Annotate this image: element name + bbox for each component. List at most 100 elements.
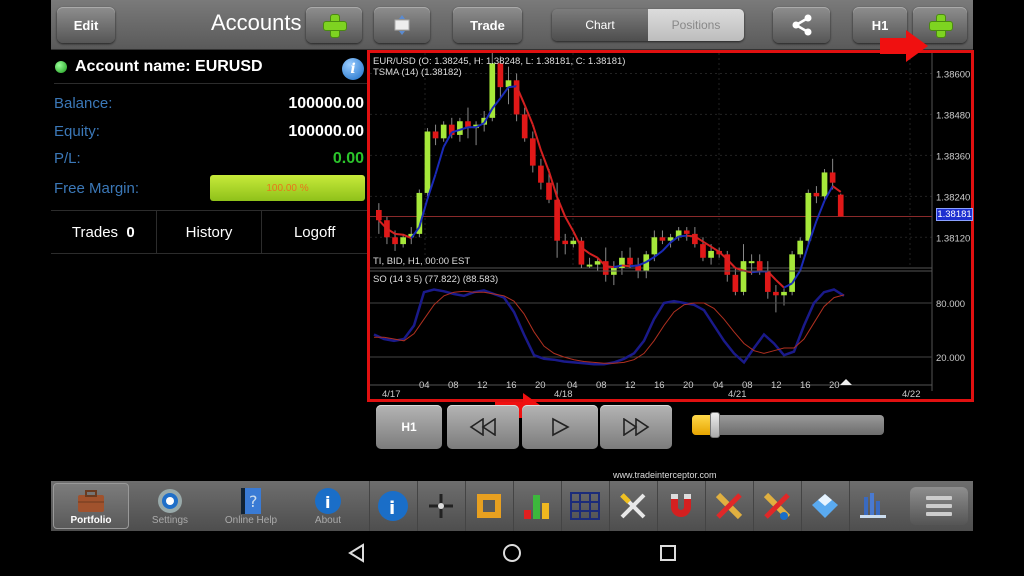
menu-button[interactable] — [910, 487, 968, 525]
tsma-segment — [499, 86, 510, 99]
current-price-tag: 1.38181 — [936, 208, 973, 221]
info-icon[interactable]: i — [342, 58, 364, 80]
play-button[interactable] — [522, 405, 598, 449]
edit-button[interactable]: Edit — [57, 7, 115, 43]
info-icon: i — [377, 491, 408, 521]
chart-info-text: TI, BID, H1, 00:00 EST — [373, 256, 471, 267]
price-tick-label: 1.38240 — [936, 192, 970, 203]
candle-body — [659, 237, 666, 241]
candle-body — [627, 257, 633, 265]
timeframe-control-button[interactable]: H1 — [376, 405, 442, 449]
share-icon — [792, 14, 811, 36]
rewind-button[interactable] — [447, 405, 519, 449]
candle-body — [683, 230, 690, 234]
tool-bar-chart-button[interactable] — [513, 481, 559, 531]
dock-item-about[interactable]: i About — [293, 481, 363, 531]
logoff-button[interactable]: Logoff — [262, 211, 367, 253]
hour-tick-label: 16 — [800, 380, 811, 391]
dock-item-online-help[interactable]: ? Online Help — [213, 481, 289, 531]
top-toolbar: Edit Accounts Trade Chart Positions H1 — [51, 0, 973, 50]
tool-grid-button[interactable] — [561, 481, 607, 531]
annotation-arrow-icon — [880, 30, 928, 62]
candle-body — [521, 114, 528, 139]
free-margin-label: Free Margin: — [54, 180, 140, 197]
pl-label: P/L: — [54, 150, 81, 167]
playback-slider[interactable] — [692, 412, 884, 438]
tsma-segment — [678, 234, 687, 238]
share-button[interactable] — [773, 7, 830, 43]
oscillator-text: SO (14 3 5) (77.822) (88.583) — [373, 274, 499, 285]
tool-draw-button[interactable] — [705, 481, 751, 531]
recents-icon — [660, 545, 676, 561]
tab-chart[interactable]: Chart — [552, 9, 648, 41]
back-button[interactable] — [345, 541, 369, 565]
candle-body — [546, 182, 552, 200]
candle-body — [821, 172, 828, 197]
menu-icon — [926, 496, 952, 500]
candle-body — [586, 264, 593, 267]
recents-button[interactable] — [656, 541, 680, 565]
candle-body — [562, 240, 569, 245]
candle-body — [756, 261, 763, 272]
plus-icon — [323, 14, 347, 38]
history-button[interactable]: History — [157, 211, 263, 253]
balance-row: Balance: 100000.00 — [54, 95, 364, 113]
dock-item-portfolio[interactable]: Portfolio — [53, 483, 129, 529]
candle-body — [594, 261, 601, 265]
chart-ohlc-text: EUR/USD (O: 1.38245, H: 1.38248, L: 1.38… — [373, 56, 626, 67]
trades-button[interactable]: Trades 0 — [51, 211, 157, 253]
candle-body — [732, 274, 739, 292]
trade-button[interactable]: Trade — [453, 7, 522, 43]
view-segment: Chart Positions — [552, 9, 744, 41]
trades-label: Trades — [71, 223, 119, 241]
dock-label: About — [314, 514, 342, 526]
fast-forward-button[interactable] — [600, 405, 672, 449]
price-tick-label: 1.38600 — [936, 69, 970, 80]
tool-draw-info-button[interactable] — [753, 481, 799, 531]
candle-body — [440, 124, 447, 139]
layout-button[interactable] — [374, 7, 430, 43]
date-tick-label: 4/22 — [902, 389, 921, 399]
candle-body — [529, 138, 536, 166]
hour-tick-label: 04 — [419, 380, 430, 391]
candle-body — [424, 131, 431, 193]
tool-crosshair-button[interactable] — [417, 481, 463, 531]
ruler-pencil-icon — [715, 492, 742, 520]
tsma-text: TSMA (14) (1.38182) — [373, 67, 462, 78]
website-link[interactable]: www.tradeinterceptor.com — [613, 470, 717, 480]
help-book-icon: ? — [236, 487, 266, 515]
tab-positions[interactable]: Positions — [648, 9, 744, 41]
osc-k-line — [373, 288, 845, 366]
grid-icon — [569, 492, 600, 520]
home-button[interactable] — [500, 541, 524, 565]
system-nav-bar — [0, 531, 1024, 576]
add-account-button[interactable] — [306, 7, 362, 43]
tool-frame-button[interactable] — [465, 481, 511, 531]
tools-icon — [619, 493, 645, 519]
tool-chart3d-button[interactable] — [849, 481, 895, 531]
hour-tick-label: 08 — [596, 380, 607, 391]
tool-settings-button[interactable] — [609, 481, 655, 531]
dock-item-settings[interactable]: Settings — [135, 481, 205, 531]
candle-body — [773, 291, 779, 296]
account-actions: Trades 0 History Logoff — [51, 210, 367, 254]
hour-tick-label: 16 — [654, 380, 665, 391]
tool-info-button[interactable]: i — [369, 481, 415, 531]
chart-canvas[interactable]: 1.38600 1.38480 1.38360 1.38240 1.38120 80.00… — [370, 53, 971, 399]
hour-tick-label: 08 — [448, 380, 459, 391]
tsma-segment — [751, 270, 760, 274]
candle-body — [538, 165, 544, 183]
gear-icon — [155, 487, 185, 515]
menu-icon — [926, 504, 952, 508]
slider-handle[interactable] — [710, 412, 721, 438]
crosshair-icon — [428, 494, 453, 518]
fast-forward-icon — [623, 418, 650, 436]
tool-magnet-button[interactable] — [657, 481, 703, 531]
tool-folder-button[interactable] — [801, 481, 847, 531]
candle-body — [457, 121, 463, 135]
free-margin-row: Free Margin: — [54, 180, 139, 197]
candle-body — [400, 237, 406, 245]
briefcase-icon — [76, 487, 106, 515]
price-chart[interactable]: 1.38600 1.38480 1.38360 1.38240 1.38120 80.00… — [367, 50, 974, 402]
candle-body — [708, 250, 714, 258]
